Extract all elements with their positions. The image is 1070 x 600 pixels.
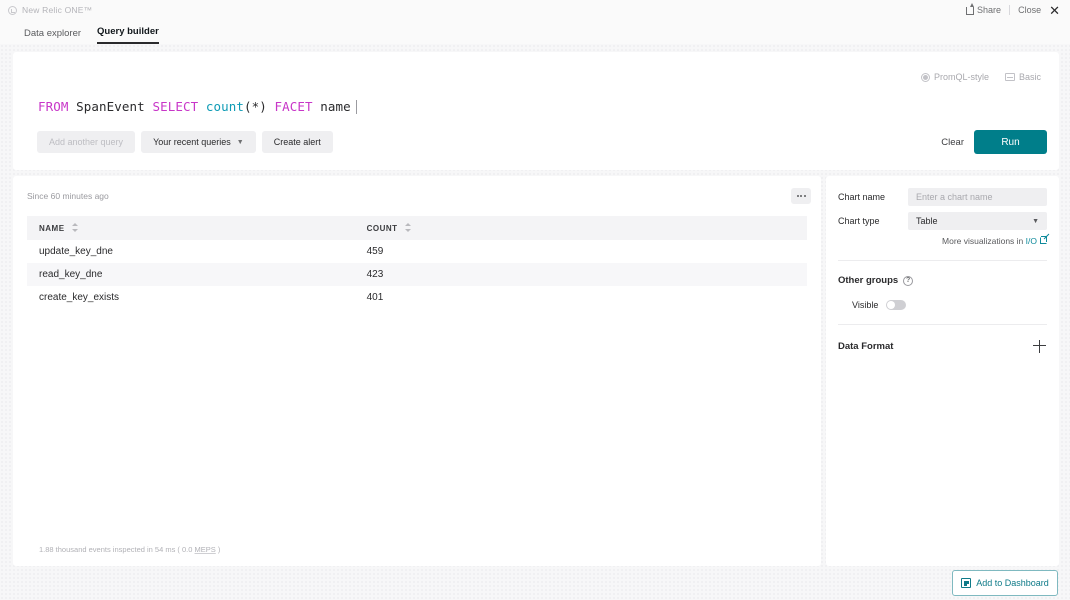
brand: New Relic ONE™ <box>8 5 92 15</box>
query-token-count: count <box>205 99 244 114</box>
query-input[interactable]: FROM SpanEvent SELECT count(*) FACET nam… <box>13 82 1059 114</box>
chart-type-select[interactable]: Table ▼ <box>908 212 1047 230</box>
visible-toggle-row: Visible <box>852 300 1047 310</box>
cell-name: read_key_dne <box>27 263 355 286</box>
query-token-from: FROM <box>38 99 69 114</box>
table-header: NAME COUNT <box>27 216 807 240</box>
chart-settings-panel: Chart name Chart type Table ▼ More visua… <box>826 176 1059 566</box>
tab-data-explorer[interactable]: Data explorer <box>24 28 81 44</box>
table-header-row: NAME COUNT <box>27 216 807 240</box>
chevron-down-icon: ▼ <box>236 138 244 146</box>
close-label: Close <box>1018 5 1042 15</box>
results-footer-stats: 1.88 thousand events inspected in 54 ms … <box>39 545 220 554</box>
table-row[interactable]: create_key_exists 401 <box>27 286 807 309</box>
results-table: NAME COUNT update_key_dne 459 read_key_d… <box>27 216 807 309</box>
dashboard-icon <box>961 578 972 588</box>
add-to-dashboard-button[interactable]: Add to Dashboard <box>952 570 1058 596</box>
data-format-section: Data Format <box>838 339 1047 353</box>
top-bar: New Relic ONE™ Share Close ✕ <box>0 0 1070 20</box>
column-header-count[interactable]: COUNT <box>354 216 807 240</box>
sort-updown-icon <box>72 223 79 232</box>
promql-label: PromQL-style <box>933 72 989 82</box>
basic-label: Basic <box>1018 72 1041 82</box>
query-token-spanevent: SpanEvent <box>76 99 145 114</box>
cell-count: 401 <box>366 292 384 303</box>
basic-mode-button[interactable]: Basic <box>1004 72 1041 82</box>
close-button[interactable]: Close <box>1018 5 1041 15</box>
table-body: update_key_dne 459 read_key_dne 423 crea… <box>27 240 807 309</box>
add-another-query-button[interactable]: Add another query <box>37 131 136 153</box>
io-link-label: I/O <box>1025 236 1037 246</box>
promql-style-button[interactable]: PromQL-style <box>920 72 989 82</box>
cell-name: update_key_dne <box>39 246 113 257</box>
stats-prefix: 1.88 thousand events inspected in 54 ms … <box>39 545 195 554</box>
divider <box>838 260 1047 261</box>
results-card: Since 60 minutes ago NAME COUNT update_k… <box>13 176 821 566</box>
stats-unit: MEPS <box>194 545 216 554</box>
brand-label: New Relic ONE™ <box>22 5 93 15</box>
sort-updown-icon <box>405 223 412 232</box>
cell-count: 459 <box>366 246 384 257</box>
query-mode-toggle: PromQL-style Basic <box>13 52 1059 82</box>
divider <box>838 324 1047 325</box>
share-label: Share <box>977 5 1002 15</box>
share-button[interactable]: Share <box>966 3 1002 15</box>
table-row[interactable]: update_key_dne 459 <box>27 240 807 263</box>
visible-toggle[interactable] <box>886 300 907 310</box>
query-card: PromQL-style Basic FROM SpanEvent SELECT… <box>13 52 1059 170</box>
time-range-label: Since 60 minutes ago <box>27 191 109 201</box>
query-token-name: name <box>320 99 351 114</box>
chart-type-row: Chart type Table ▼ <box>838 212 1047 230</box>
data-format-label: Data Format <box>838 340 894 352</box>
close-x-icon[interactable]: ✕ <box>1049 4 1060 17</box>
chevron-down-icon: ▼ <box>1032 217 1039 225</box>
newrelic-logo-icon <box>8 5 17 15</box>
stats-suffix: ) <box>215 545 221 554</box>
query-token-select: SELECT <box>152 99 199 114</box>
chart-type-label: Chart type <box>838 216 880 226</box>
query-run-actions: Clear Run <box>941 130 1059 154</box>
promql-circle-icon <box>920 72 930 82</box>
create-alert-button[interactable]: Create alert <box>261 131 333 153</box>
plus-icon[interactable] <box>1033 339 1047 353</box>
recent-queries-label: Your recent queries <box>153 137 231 147</box>
chart-name-row: Chart name <box>838 188 1047 206</box>
text-caret <box>355 100 357 114</box>
chart-type-value: Table <box>916 216 938 226</box>
results-header: Since 60 minutes ago <box>13 176 821 204</box>
query-builder-app: New Relic ONE™ Share Close ✕ Data explor… <box>0 0 1070 600</box>
more-visualizations-link[interactable]: More visualizations in I/O <box>838 236 1047 246</box>
visible-label: Visible <box>852 300 879 310</box>
top-bar-actions: Share Close ✕ <box>966 3 1060 17</box>
more-vis-text: More visualizations in <box>942 236 1026 246</box>
chart-name-input[interactable] <box>908 188 1047 206</box>
divider <box>1009 5 1011 15</box>
tab-bar: Data explorer Query builder <box>0 20 1070 44</box>
cell-name: create_key_exists <box>39 292 120 303</box>
query-token-star-args: (*) <box>243 99 267 114</box>
ellipsis-icon[interactable] <box>791 188 811 204</box>
run-button[interactable]: Run <box>974 130 1047 154</box>
other-groups-section: Other groups ? <box>838 275 1047 286</box>
query-token-facet: FACET <box>274 99 313 114</box>
cell-count: 423 <box>354 263 807 286</box>
clear-button[interactable]: Clear <box>941 137 964 148</box>
basic-panel-icon <box>1004 73 1015 81</box>
other-groups-label: Other groups <box>838 275 899 286</box>
chart-name-label: Chart name <box>838 192 886 202</box>
tab-query-builder[interactable]: Query builder <box>97 26 159 44</box>
share-icon <box>966 3 975 15</box>
recent-queries-button[interactable]: Your recent queries ▼ <box>141 131 256 153</box>
column-header-name[interactable]: NAME <box>27 216 355 240</box>
external-link-icon <box>1040 236 1047 244</box>
add-to-dashboard-label: Add to Dashboard <box>976 578 1049 588</box>
help-circle-icon[interactable]: ? <box>903 275 914 286</box>
table-row[interactable]: read_key_dne 423 <box>27 263 807 286</box>
query-actions: Add another query Your recent queries ▼ … <box>13 114 1059 154</box>
